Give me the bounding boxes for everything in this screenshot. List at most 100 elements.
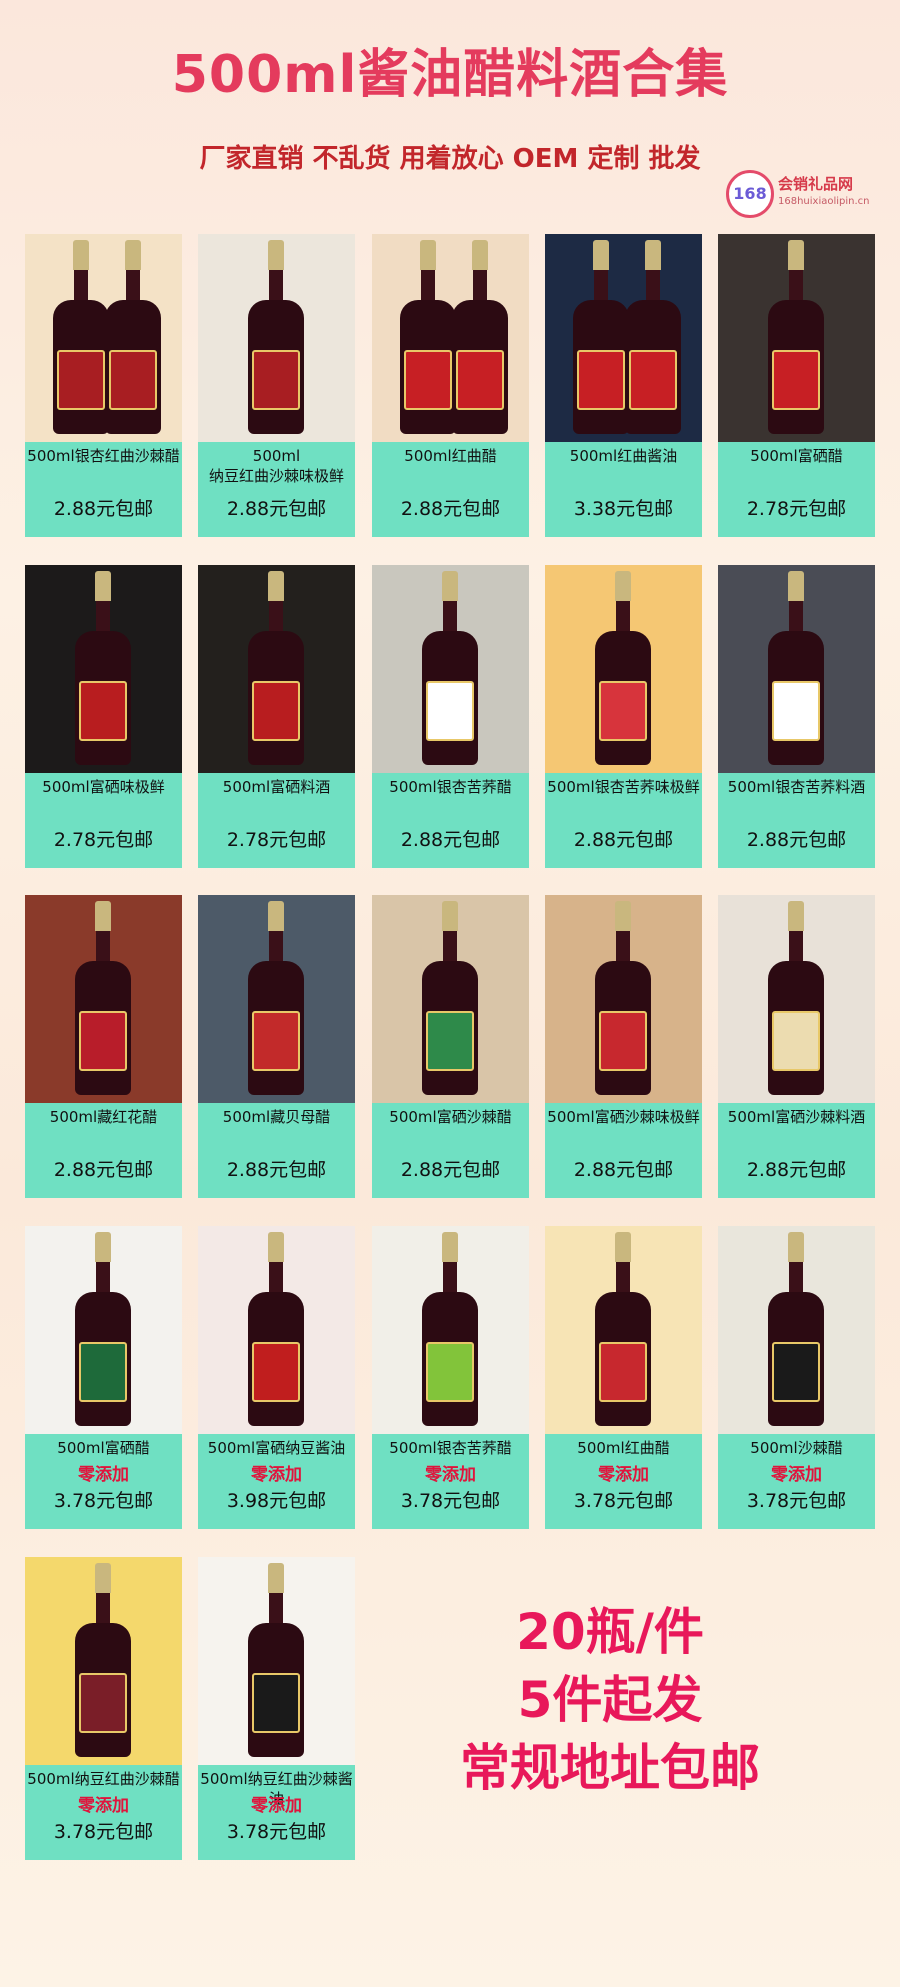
- product-photo: [545, 895, 702, 1103]
- product-name: 500ml藏红花醋: [49, 1108, 158, 1126]
- product-card[interactable]: 500ml藏贝母醋 2.88元包邮: [198, 895, 355, 1198]
- product-card[interactable]: 500ml银杏苦荞醋 零添加 3.78元包邮: [372, 1226, 529, 1529]
- product-photo: [25, 1557, 182, 1765]
- product-price: 2.88元包邮: [746, 1159, 847, 1181]
- product-card[interactable]: 500ml富硒醋 2.78元包邮: [718, 234, 875, 537]
- product-card[interactable]: 500ml红曲醋 2.88元包邮: [372, 234, 529, 537]
- product-price: 2.88元包邮: [400, 1159, 501, 1181]
- product-note: 零添加: [598, 1465, 649, 1485]
- product-name: 500ml富硒沙棘醋: [389, 1108, 512, 1126]
- product-info: 500ml富硒味极鲜 2.78元包邮: [25, 773, 182, 868]
- product-note: 零添加: [771, 1465, 822, 1485]
- product-card[interactable]: 500ml纳豆红曲沙棘酱油 零添加 3.78元包邮: [198, 1557, 355, 1860]
- product-info: 500ml沙棘醋 零添加 3.78元包邮: [718, 1434, 875, 1529]
- product-name: 500ml红曲酱油: [569, 447, 678, 465]
- product-photo: [25, 234, 182, 442]
- product-info: 500ml富硒沙棘醋 2.88元包邮: [372, 1103, 529, 1198]
- product-price: 2.88元包邮: [400, 829, 501, 851]
- product-price: 3.78元包邮: [53, 1821, 154, 1843]
- product-name: 500ml纳豆红曲沙棘醋: [27, 1770, 180, 1788]
- product-info: 500ml富硒沙棘料酒 2.88元包邮: [718, 1103, 875, 1198]
- product-info: 500ml红曲酱油 3.38元包邮: [545, 442, 702, 537]
- product-name: 500ml富硒沙棘味极鲜: [547, 1108, 700, 1126]
- product-photo: [718, 1226, 875, 1434]
- product-photo: [198, 1557, 355, 1765]
- product-info: 500ml富硒醋 零添加 3.78元包邮: [25, 1434, 182, 1529]
- product-name: 500ml银杏苦荞醋: [389, 778, 512, 796]
- product-name: 500ml银杏苦荞味极鲜: [547, 778, 700, 796]
- product-price: 2.88元包邮: [53, 498, 154, 520]
- product-card[interactable]: 500ml银杏苦荞料酒 2.88元包邮: [718, 565, 875, 868]
- product-name: 500ml银杏红曲沙棘醋: [27, 447, 180, 465]
- product-card[interactable]: 500ml富硒料酒 2.78元包邮: [198, 565, 355, 868]
- product-info: 500ml富硒沙棘味极鲜 2.88元包邮: [545, 1103, 702, 1198]
- product-price: 2.88元包邮: [226, 1159, 327, 1181]
- product-price: 2.88元包邮: [746, 829, 847, 851]
- product-price: 3.78元包邮: [226, 1821, 327, 1843]
- product-card[interactable]: 500ml沙棘醋 零添加 3.78元包邮: [718, 1226, 875, 1529]
- product-card[interactable]: 500ml银杏苦荞醋 2.88元包邮: [372, 565, 529, 868]
- product-photo: [718, 565, 875, 773]
- product-note: 零添加: [425, 1465, 476, 1485]
- product-card[interactable]: 500ml藏红花醋 2.88元包邮: [25, 895, 182, 1198]
- product-photo: [545, 1226, 702, 1434]
- product-price: 3.98元包邮: [226, 1490, 327, 1512]
- product-name: 500ml富硒沙棘料酒: [727, 1108, 866, 1126]
- product-card[interactable]: 500ml 纳豆红曲沙棘味极鲜 2.88元包邮: [198, 234, 355, 537]
- product-photo: [372, 895, 529, 1103]
- product-info: 500ml红曲醋 2.88元包邮: [372, 442, 529, 537]
- product-photo: [372, 1226, 529, 1434]
- product-name: 500ml银杏苦荞料酒: [727, 778, 866, 796]
- product-note: 零添加: [78, 1796, 129, 1816]
- promo-line-1: 20瓶/件: [516, 1603, 704, 1661]
- product-info: 500ml富硒醋 2.78元包邮: [718, 442, 875, 537]
- product-info: 500ml红曲醋 零添加 3.78元包邮: [545, 1434, 702, 1529]
- product-card[interactable]: 500ml富硒沙棘料酒 2.88元包邮: [718, 895, 875, 1198]
- product-name: 500ml红曲醋: [404, 447, 497, 465]
- product-price: 2.88元包邮: [226, 498, 327, 520]
- product-photo: [718, 234, 875, 442]
- brand-logo[interactable]: 168 会销礼品网 168huixiaolipin.cn: [726, 170, 886, 220]
- product-photo: [198, 895, 355, 1103]
- logo-url: 168huixiaolipin.cn: [778, 196, 870, 207]
- product-price: 3.78元包邮: [400, 1490, 501, 1512]
- product-price: 3.78元包邮: [53, 1490, 154, 1512]
- product-info: 500ml 纳豆红曲沙棘味极鲜 2.88元包邮: [198, 442, 355, 537]
- product-photo: [372, 565, 529, 773]
- product-photo: [545, 234, 702, 442]
- product-card[interactable]: 500ml富硒沙棘醋 2.88元包邮: [372, 895, 529, 1198]
- product-card[interactable]: 500ml银杏红曲沙棘醋 2.88元包邮: [25, 234, 182, 537]
- page-title: 500ml酱油醋料酒合集: [171, 45, 729, 105]
- product-info: 500ml富硒料酒 2.78元包邮: [198, 773, 355, 868]
- product-card[interactable]: 500ml富硒纳豆酱油 零添加 3.98元包邮: [198, 1226, 355, 1529]
- product-card[interactable]: 500ml富硒味极鲜 2.78元包邮: [25, 565, 182, 868]
- promo-box: 20瓶/件 5件起发 常规地址包邮: [350, 1598, 870, 1802]
- product-price: 2.78元包邮: [226, 829, 327, 851]
- product-card[interactable]: 500ml银杏苦荞味极鲜 2.88元包邮: [545, 565, 702, 868]
- product-name: 500ml银杏苦荞醋: [389, 1439, 512, 1457]
- product-name: 500ml红曲醋: [577, 1439, 670, 1457]
- product-price: 2.88元包邮: [573, 1159, 674, 1181]
- product-photo: [545, 565, 702, 773]
- product-photo: [25, 565, 182, 773]
- product-card[interactable]: 500ml纳豆红曲沙棘醋 零添加 3.78元包邮: [25, 1557, 182, 1860]
- product-name: 500ml富硒醋: [57, 1439, 150, 1457]
- product-note: 零添加: [78, 1465, 129, 1485]
- product-note: 零添加: [251, 1465, 302, 1485]
- product-note: 零添加: [251, 1796, 302, 1816]
- product-price: 2.88元包邮: [53, 1159, 154, 1181]
- product-card[interactable]: 500ml红曲酱油 3.38元包邮: [545, 234, 702, 537]
- product-photo: [198, 565, 355, 773]
- product-info: 500ml纳豆红曲沙棘醋 零添加 3.78元包邮: [25, 1765, 182, 1860]
- product-card[interactable]: 500ml富硒醋 零添加 3.78元包邮: [25, 1226, 182, 1529]
- product-info: 500ml纳豆红曲沙棘酱油 零添加 3.78元包邮: [198, 1765, 355, 1860]
- product-card[interactable]: 500ml富硒沙棘味极鲜 2.88元包邮: [545, 895, 702, 1198]
- product-price: 2.78元包邮: [746, 498, 847, 520]
- product-info: 500ml藏红花醋 2.88元包邮: [25, 1103, 182, 1198]
- product-card[interactable]: 500ml红曲醋 零添加 3.78元包邮: [545, 1226, 702, 1529]
- product-name: 500ml 纳豆红曲沙棘味极鲜: [208, 447, 344, 485]
- product-photo: [25, 1226, 182, 1434]
- product-photo: [25, 895, 182, 1103]
- product-price: 3.78元包邮: [746, 1490, 847, 1512]
- product-photo: [718, 895, 875, 1103]
